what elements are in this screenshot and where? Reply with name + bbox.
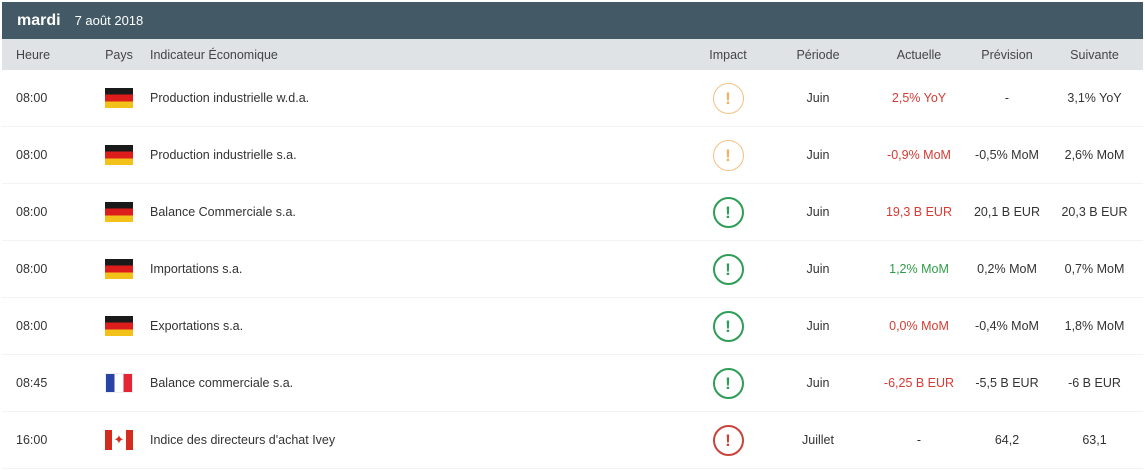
impact-medium-icon: !: [712, 310, 744, 342]
economic-calendar: mardi 7 août 2018 Heure Pays Indicateur …: [2, 2, 1143, 469]
country-cell: [88, 373, 150, 393]
impact-medium-icon: !: [712, 253, 744, 285]
country-cell: ✦: [88, 430, 150, 450]
impact-cell: !: [692, 424, 764, 456]
event-period: Juin: [806, 376, 830, 390]
event-indicator[interactable]: Production industrielle s.a.: [150, 148, 692, 162]
event-time: 08:00: [16, 148, 48, 162]
event-period: Juin: [806, 148, 830, 162]
country-cell: [88, 88, 150, 108]
day-date: 7 août 2018: [74, 13, 144, 28]
france-flag: [105, 373, 133, 393]
event-period: Juin: [806, 262, 830, 276]
event-next: 63,1: [1082, 433, 1107, 447]
column-header-row: Heure Pays Indicateur Économique Impact …: [2, 39, 1143, 70]
impact-low-icon: !: [712, 82, 744, 114]
event-actual: 0,0% MoM: [889, 319, 949, 333]
impact-cell: !: [692, 253, 764, 285]
column-header-forecast[interactable]: Prévision: [966, 48, 1048, 62]
germany-flag: [105, 259, 133, 279]
event-row[interactable]: 08:00 Exportations s.a.! Juin 0,0% MoM -0,4%…: [2, 298, 1143, 354]
event-next: 0,7% MoM: [1064, 262, 1125, 276]
day-header: mardi 7 août 2018: [2, 2, 1143, 39]
column-header-actual[interactable]: Actuelle: [872, 48, 966, 62]
event-actual: 19,3 B EUR: [885, 205, 952, 219]
event-period: Juillet: [802, 433, 834, 447]
column-header-indicator[interactable]: Indicateur Économique: [150, 48, 692, 62]
event-row[interactable]: 08:45 Balance commerciale s.a.! Juin -6,25 …: [2, 355, 1143, 411]
country-cell: [88, 145, 150, 165]
event-period: Juin: [806, 91, 830, 105]
day-name: mardi: [17, 11, 61, 29]
country-cell: [88, 316, 150, 336]
country-cell: [88, 202, 150, 222]
event-period: Juin: [806, 205, 830, 219]
event-period: Juin: [806, 319, 830, 333]
event-next: 1,8% MoM: [1064, 319, 1125, 333]
event-actual: -: [916, 433, 922, 447]
event-actual: -6,25 B EUR: [883, 376, 955, 390]
column-header-time[interactable]: Heure: [2, 48, 88, 62]
event-list: 08:00 Production industrielle w.d.a.! Juin…: [2, 70, 1143, 468]
event-row[interactable]: 08:00 Balance Commerciale s.a.! Juin 19,3 B…: [2, 184, 1143, 240]
event-indicator[interactable]: Balance commerciale s.a.: [150, 376, 692, 390]
impact-cell: !: [692, 367, 764, 399]
impact-cell: !: [692, 196, 764, 228]
event-row[interactable]: 08:00 Production industrielle w.d.a.! Juin…: [2, 70, 1143, 126]
event-time: 08:00: [16, 205, 48, 219]
event-row[interactable]: 08:00 Production industrielle s.a.! Juin -0…: [2, 127, 1143, 183]
event-actual: 1,2% MoM: [889, 262, 949, 276]
column-header-country[interactable]: Pays: [88, 48, 150, 62]
event-indicator[interactable]: Production industrielle w.d.a.: [150, 91, 692, 105]
event-time: 08:00: [16, 319, 48, 333]
event-indicator[interactable]: Exportations s.a.: [150, 319, 692, 333]
event-forecast: 20,1 B EUR: [973, 205, 1040, 219]
column-header-period[interactable]: Période: [764, 48, 872, 62]
germany-flag: [105, 88, 133, 108]
event-next: 3,1% YoY: [1067, 91, 1122, 105]
event-forecast: -0,5% MoM: [975, 148, 1039, 162]
event-time: 08:00: [16, 91, 48, 105]
event-actual: 2,5% YoY: [891, 91, 947, 105]
country-cell: [88, 259, 150, 279]
event-row[interactable]: 08:00 Importations s.a.! Juin 1,2% MoM 0,2% …: [2, 241, 1143, 297]
germany-flag: [105, 145, 133, 165]
column-header-impact[interactable]: Impact: [692, 48, 764, 62]
event-time: 08:00: [16, 262, 48, 276]
event-time: 08:45: [16, 376, 48, 390]
event-forecast: -: [1004, 91, 1010, 105]
event-forecast: -5,5 B EUR: [975, 376, 1039, 390]
canada-flag: ✦: [105, 430, 133, 450]
germany-flag: [105, 202, 133, 222]
impact-low-icon: !: [712, 139, 744, 171]
column-header-next[interactable]: Suivante: [1048, 48, 1141, 62]
impact-high-icon: !: [712, 424, 744, 456]
event-forecast: 0,2% MoM: [977, 262, 1037, 276]
impact-medium-icon: !: [712, 367, 744, 399]
event-forecast: -0,4% MoM: [975, 319, 1039, 333]
impact-cell: !: [692, 139, 764, 171]
impact-cell: !: [692, 310, 764, 342]
event-next: -6 B EUR: [1068, 376, 1121, 390]
event-row[interactable]: 16:00 ✦ Indice des directeurs d'achat Ivey…: [2, 412, 1143, 468]
event-actual: -0,9% MoM: [887, 148, 951, 162]
impact-cell: !: [692, 82, 764, 114]
event-time: 16:00: [16, 433, 48, 447]
event-next: 20,3 B EUR: [1061, 205, 1128, 219]
event-indicator[interactable]: Importations s.a.: [150, 262, 692, 276]
germany-flag: [105, 316, 133, 336]
event-indicator[interactable]: Indice des directeurs d'achat Ivey: [150, 433, 692, 447]
event-next: 2,6% MoM: [1064, 148, 1125, 162]
event-forecast: 64,2: [994, 433, 1020, 447]
maple-leaf-icon: ✦: [113, 432, 125, 448]
event-indicator[interactable]: Balance Commerciale s.a.: [150, 205, 692, 219]
impact-medium-icon: !: [712, 196, 744, 228]
